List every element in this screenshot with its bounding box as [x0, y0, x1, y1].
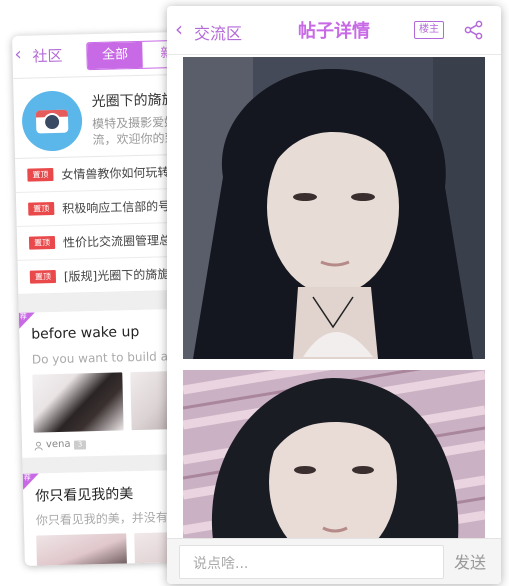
post-title: before wake up: [31, 323, 140, 343]
portrait-photo: [183, 57, 485, 359]
share-icon[interactable]: [463, 20, 485, 40]
post-detail-screen: ‹ 交流区 帖子详情 楼主 说点啥... 发送: [167, 6, 501, 584]
portrait-photo: [183, 370, 485, 540]
recommended-ribbon-label: 荐: [23, 473, 31, 482]
user-icon: [34, 441, 43, 451]
pinned-badge: 置顶: [29, 270, 57, 284]
pinned-post-title: [版规]光圈下的旖旎: [63, 267, 170, 284]
recommended-ribbon-label: 荐: [19, 312, 27, 321]
page-title: 帖子详情: [298, 21, 370, 42]
post-thumbnail[interactable]: [36, 533, 128, 566]
chevron-left-icon[interactable]: ‹: [14, 44, 22, 65]
send-button[interactable]: 发送: [454, 549, 486, 573]
owner-only-button[interactable]: 楼主: [414, 21, 444, 39]
pinned-badge: 置顶: [28, 202, 55, 216]
post-thumbnail[interactable]: [32, 372, 124, 433]
pinned-badge: 置顶: [27, 168, 54, 182]
comment-input[interactable]: 说点啥...: [179, 545, 444, 579]
post-image[interactable]: [183, 370, 485, 540]
pinned-badge: 置顶: [28, 236, 56, 250]
camera-icon: [21, 90, 83, 152]
post-author[interactable]: vena: [46, 439, 71, 451]
post-image[interactable]: [183, 57, 485, 359]
pinned-post-title: 积极响应工信部的号召: [62, 198, 183, 216]
tab-all[interactable]: 全部: [87, 41, 143, 70]
post-title: 你只看见我的美: [35, 486, 134, 505]
group-title: 光圈下的旖旎: [91, 92, 176, 111]
comment-input-placeholder: 说点啥...: [193, 556, 249, 572]
post-detail-nav-bar: ‹ 交流区 帖子详情 楼主: [167, 6, 501, 55]
community-back-label[interactable]: 社区: [32, 45, 63, 67]
comment-composer: 说点啥... 发送: [167, 538, 501, 584]
post-image-count: 3: [73, 440, 87, 450]
pinned-post-title: 性价比交流圈管理总则: [62, 232, 184, 250]
